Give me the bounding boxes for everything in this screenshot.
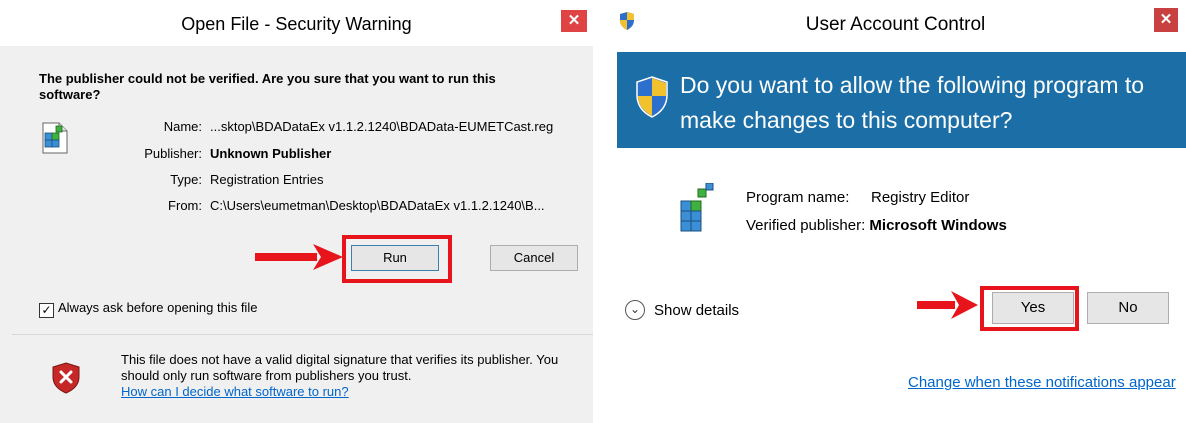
no-button[interactable]: No [1087,292,1169,324]
red-arrow-annotation [255,244,343,270]
field-value: ...sktop\BDADataEx v1.1.2.1240\BDAData-E… [210,119,554,134]
show-details-toggle[interactable]: Show details [654,302,739,319]
uac-title: User Account Control [805,14,986,35]
yes-button[interactable]: Yes [992,292,1074,324]
program-name-label: Program name: [746,189,850,206]
security-dialog-title: Open File - Security Warning [181,14,412,34]
close-icon[interactable]: ✕ [1154,8,1178,32]
change-notifications-link[interactable]: Change when these notifications appear [908,374,1176,391]
always-ask-checkbox[interactable]: ✓ [39,303,54,318]
run-button[interactable]: Run [351,245,439,271]
verified-publisher-row: Verified publisher: Microsoft Windows [746,217,1007,234]
help-link[interactable]: How can I decide what software to run? [121,384,349,399]
close-icon[interactable]: ✕ [561,10,587,32]
field-value: Unknown Publisher [210,146,332,161]
uac-titlebar: User Account Control ✕ [605,0,1186,46]
publisher-question: The publisher could not be verified. Are… [39,71,496,102]
verified-publisher-value: Microsoft Windows [869,217,1007,234]
field-label: From: [168,198,202,213]
field-label: Publisher: [144,146,202,161]
uac-banner: Do you want to allow the following progr… [617,52,1186,148]
always-ask-option[interactable]: ✓ Always ask before opening this file [39,300,257,318]
red-arrow-annotation [917,291,978,319]
chevron-down-icon[interactable]: ⌄ [625,300,645,320]
always-ask-label: Always ask before opening this file [58,300,258,315]
registry-editor-icon [680,183,714,232]
warning-text: This file does not have a valid digital … [121,352,559,383]
uac-dialog: User Account Control ✕ Do you want to al… [605,0,1186,423]
field-label: Type: [170,172,202,187]
security-warning-dialog: Open File - Security Warning ✕ The publi… [0,0,593,423]
shield-error-icon [52,362,80,394]
program-name-value: Registry Editor [871,189,970,206]
cancel-button[interactable]: Cancel [490,245,578,271]
field-value: C:\Users\eumetman\Desktop\BDADataEx v1.1… [210,198,545,213]
field-label: Name: [163,119,202,134]
registry-file-icon [42,122,68,154]
security-dialog-titlebar: Open File - Security Warning ✕ [0,0,593,46]
uac-question: Do you want to allow the following progr… [680,72,1145,133]
verified-publisher-label: Verified publisher: [746,217,866,234]
uac-shield-icon [636,76,668,118]
field-value: Registration Entries [210,172,324,187]
warning-message: This file does not have a valid digital … [121,352,581,400]
program-name-row: Program name: Registry Editor [746,189,969,206]
